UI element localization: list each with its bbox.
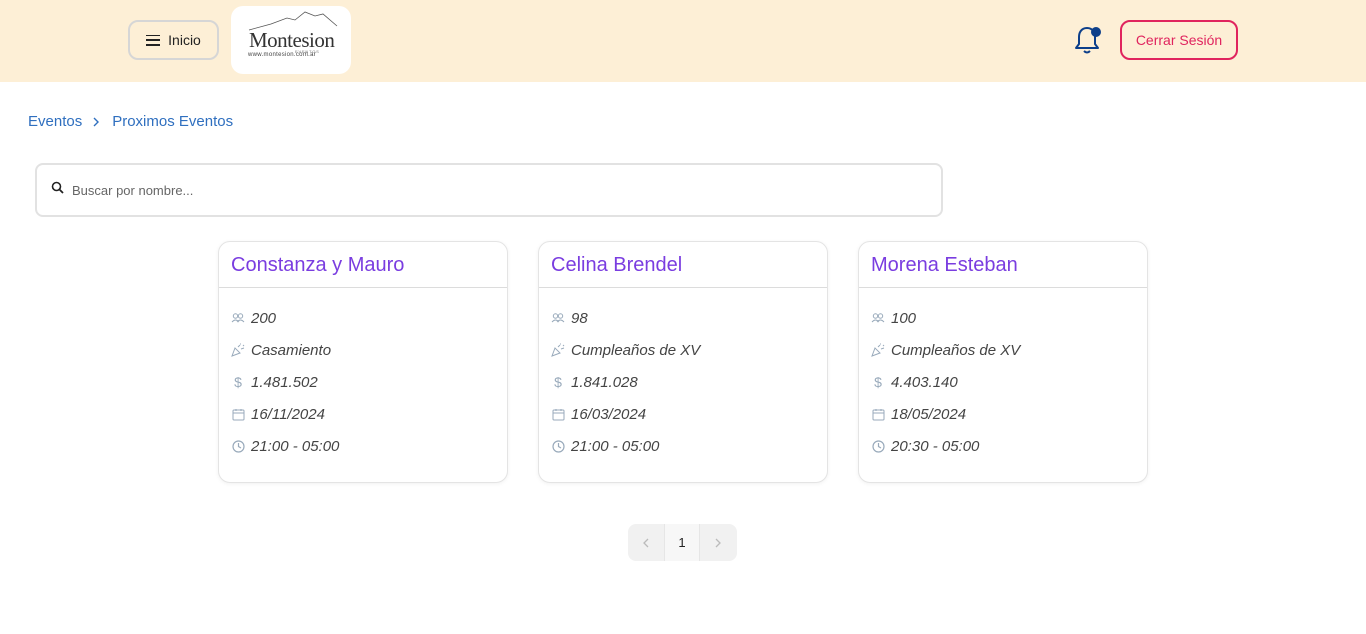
chevron-right-icon (715, 538, 721, 547)
price-row: $ 4.403.140 (871, 366, 1147, 398)
party-popper-icon (231, 343, 245, 357)
logo-url: www.montesion.com.ar (248, 52, 317, 58)
date-value: 16/03/2024 (571, 405, 647, 423)
search-box (35, 163, 943, 217)
guests-row: 200 (231, 302, 507, 334)
dollar-icon: $ (234, 374, 242, 390)
party-popper-icon (551, 343, 565, 357)
type-row: Casamiento (231, 334, 507, 366)
menu-label: Inicio (168, 32, 201, 48)
notification-dot (1091, 27, 1101, 37)
guests-value: 100 (891, 309, 917, 327)
hamburger-icon (146, 34, 161, 46)
event-card[interactable]: Celina Brendel 98 Cumpleaños de XV $ 1.8… (538, 241, 828, 483)
date-value: 16/11/2024 (251, 405, 325, 423)
notifications-button[interactable] (1073, 24, 1103, 56)
users-icon (231, 311, 245, 325)
bell-icon (1075, 27, 1101, 54)
users-icon (551, 311, 565, 325)
calendar-icon (231, 407, 245, 421)
guests-value: 98 (571, 309, 588, 327)
event-name: Constanza y Mauro (219, 242, 507, 288)
breadcrumb: Eventos Proximos Eventos (28, 113, 233, 130)
next-page-button[interactable] (700, 524, 736, 561)
guests-row: 100 (871, 302, 1147, 334)
breadcrumb-proximos-eventos[interactable]: Proximos Eventos (112, 113, 233, 130)
price-row: $ 1.481.502 (231, 366, 507, 398)
type-row: Cumpleaños de XV (871, 334, 1147, 366)
type-value: Cumpleaños de XV (891, 341, 1021, 359)
page-number[interactable]: 1 (664, 524, 700, 561)
party-popper-icon (871, 343, 885, 357)
guests-value: 200 (251, 309, 277, 327)
search-input[interactable] (72, 182, 892, 198)
date-row: 16/03/2024 (551, 398, 827, 430)
date-value: 18/05/2024 (891, 405, 967, 423)
logo[interactable]: Montesion EVENTOS www.montesion.com.ar (231, 6, 351, 74)
time-value: 21:00 - 05:00 (251, 437, 340, 455)
type-value: Cumpleaños de XV (571, 341, 701, 359)
time-row: 20:30 - 05:00 (871, 430, 1147, 462)
menu-button[interactable]: Inicio (128, 20, 219, 60)
search-icon (51, 181, 64, 199)
chevron-left-icon (643, 538, 649, 547)
time-value: 20:30 - 05:00 (891, 437, 980, 455)
dollar-icon: $ (554, 374, 562, 390)
type-value: Casamiento (251, 341, 332, 359)
dollar-icon: $ (874, 374, 882, 390)
guests-row: 98 (551, 302, 827, 334)
calendar-icon (551, 407, 565, 421)
event-name: Celina Brendel (539, 242, 827, 288)
price-value: 1.841.028 (571, 373, 638, 391)
breadcrumb-eventos[interactable]: Eventos (28, 113, 82, 130)
event-card[interactable]: Morena Esteban 100 Cumpleaños de XV $ 4.… (858, 241, 1148, 483)
prev-page-button[interactable] (628, 524, 664, 561)
time-row: 21:00 - 05:00 (231, 430, 507, 462)
time-row: 21:00 - 05:00 (551, 430, 827, 462)
price-value: 1.481.502 (251, 373, 318, 391)
event-name: Morena Esteban (859, 242, 1147, 288)
price-row: $ 1.841.028 (551, 366, 827, 398)
users-icon (871, 311, 885, 325)
time-value: 21:00 - 05:00 (571, 437, 660, 455)
clock-icon (551, 439, 565, 453)
clock-icon (231, 439, 245, 453)
type-row: Cumpleaños de XV (551, 334, 827, 366)
event-card[interactable]: Constanza y Mauro 200 Casamiento $ 1.481… (218, 241, 508, 483)
clock-icon (871, 439, 885, 453)
header: Inicio Montesion EVENTOS www.montesion.c… (0, 0, 1366, 82)
pagination: 1 (628, 524, 737, 561)
date-row: 18/05/2024 (871, 398, 1147, 430)
calendar-icon (871, 407, 885, 421)
chevron-right-icon (92, 117, 102, 127)
logout-button[interactable]: Cerrar Sesión (1120, 20, 1238, 60)
logo-text: Montesion (249, 28, 335, 52)
date-row: 16/11/2024 (231, 398, 507, 430)
price-value: 4.403.140 (891, 373, 958, 391)
